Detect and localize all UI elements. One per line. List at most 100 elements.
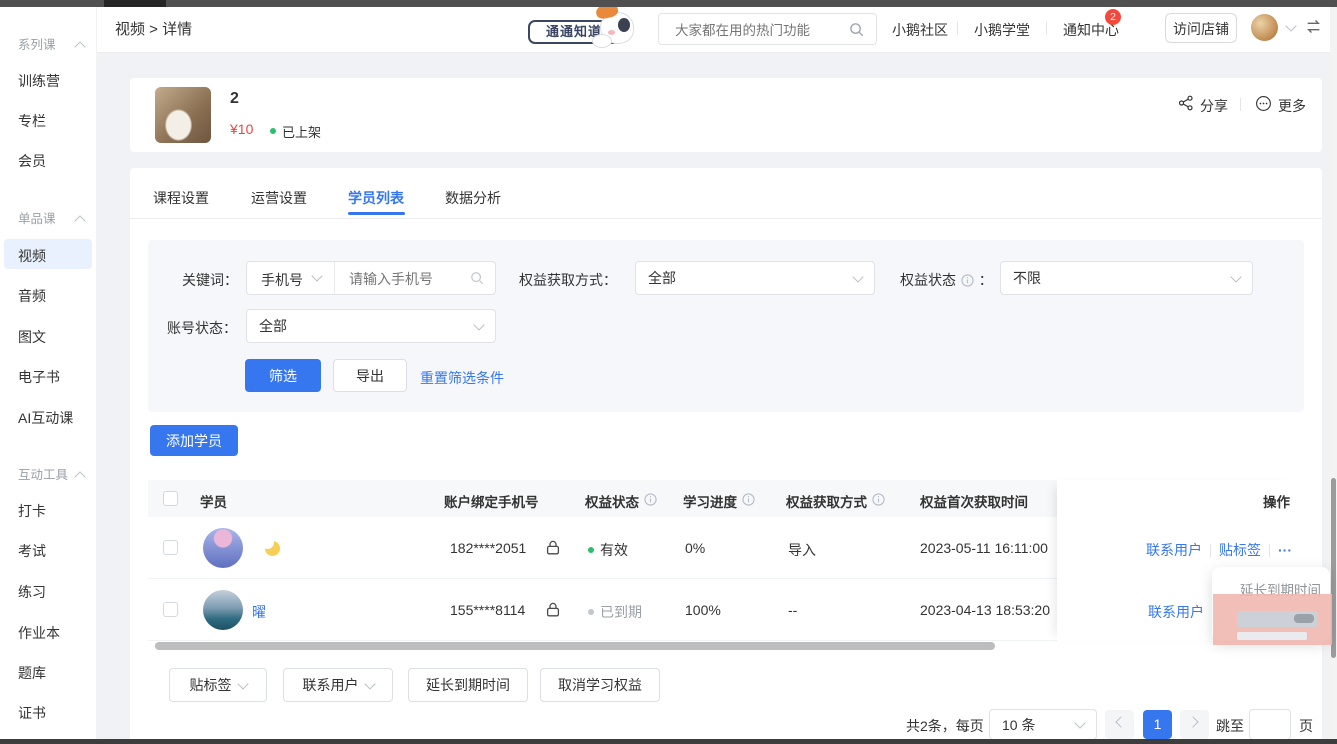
search-icon[interactable] <box>849 22 864 42</box>
col-progress: 学习进度 <box>683 491 755 511</box>
status-dot <box>588 547 594 553</box>
account-status-select[interactable]: 全部 <box>246 309 496 343</box>
tab-student-list[interactable]: 学员列表 <box>348 188 404 208</box>
lock-icon[interactable] <box>546 602 560 622</box>
batch-extend-expiry-button[interactable]: 延长到期时间 <box>408 668 528 702</box>
rights-status-colon: ： <box>979 272 993 288</box>
select-all-checkbox[interactable] <box>163 491 178 506</box>
keyword-label: 关键词： <box>182 270 238 290</box>
batch-contact-button[interactable]: 联系用户 <box>283 668 393 702</box>
global-search-input[interactable] <box>673 18 837 42</box>
jump-to-input[interactable] <box>1249 709 1291 740</box>
filter-button[interactable]: 筛选 <box>245 359 321 392</box>
sidebar-item-image-text[interactable]: 图文 <box>18 327 46 347</box>
tag-link[interactable]: 贴标签 <box>1219 540 1261 560</box>
rights-status-value: 不限 <box>1013 268 1041 288</box>
window-top-strip-fragment <box>104 0 166 7</box>
chevron-down-icon <box>311 270 322 281</box>
chevron-right-icon <box>1187 716 1198 727</box>
tab-operation-settings[interactable]: 运营设置 <box>251 188 307 208</box>
acquire-mode-select[interactable]: 全部 <box>635 261 875 295</box>
export-button[interactable]: 导出 <box>333 359 407 392</box>
batch-cancel-rights-button[interactable]: 取消学习权益 <box>540 668 660 702</box>
student-nickname-link[interactable]: 曜 <box>252 602 266 622</box>
nav-academy[interactable]: 小鹅学堂 <box>974 20 1030 40</box>
row-checkbox[interactable] <box>163 540 178 555</box>
search-icon <box>470 271 484 290</box>
sidebar-item-practice[interactable]: 练习 <box>18 582 46 602</box>
contact-user-link[interactable]: 联系用户 <box>1148 604 1204 620</box>
course-thumbnail[interactable] <box>155 87 211 143</box>
row-phone: 155****8114 <box>450 602 525 618</box>
share-button[interactable]: 分享 <box>1200 96 1228 116</box>
account-status-label: 账号状态： <box>167 318 237 338</box>
sidebar-item-ai-course[interactable]: AI互动课 <box>18 408 73 428</box>
chevron-down-icon <box>364 678 375 689</box>
horizontal-scrollbar-thumb[interactable] <box>155 642 995 650</box>
redacted-menu-item <box>1237 632 1307 640</box>
avatar[interactable] <box>203 528 243 568</box>
tab-data-analysis[interactable]: 数据分析 <box>445 188 501 208</box>
more-circle-icon[interactable] <box>1255 95 1272 117</box>
global-search[interactable] <box>658 13 877 45</box>
divider <box>1240 98 1241 111</box>
next-page-button[interactable] <box>1180 710 1209 739</box>
pagination-summary: 共2条，每页 <box>906 716 984 736</box>
keyword-type-select[interactable]: 手机号 <box>261 270 303 290</box>
course-price: ¥10 <box>230 121 253 137</box>
col-acquire-mode: 权益获取方式 <box>786 491 885 511</box>
chevron-down-icon <box>1074 717 1085 728</box>
row-checkbox[interactable] <box>163 602 178 617</box>
col-phone: 账户绑定手机号 <box>444 491 539 511</box>
current-page-button[interactable]: 1 <box>1143 710 1172 739</box>
chevron-left-icon <box>1115 716 1126 727</box>
tab-course-settings[interactable]: 课程设置 <box>153 188 209 208</box>
prev-page-button[interactable] <box>1105 710 1134 739</box>
rights-status-select[interactable]: 不限 <box>1000 261 1253 295</box>
user-avatar[interactable] <box>1251 14 1278 41</box>
contact-user-link[interactable]: 联系用户 <box>1146 540 1202 560</box>
rights-status-label: 权益状态 ： <box>900 270 993 290</box>
batch-tag-button[interactable]: 贴标签 <box>169 668 267 702</box>
app-window: 视频 > 详情 通通知道 小鹅社区 小鹅学堂 通知中心 2 访问店铺 <box>0 0 1337 744</box>
chevron-down-icon <box>852 271 863 282</box>
sidebar-group-interactive-tools[interactable]: 互动工具 <box>18 464 68 483</box>
sidebar-item-certificate[interactable]: 证书 <box>18 703 46 723</box>
switch-account-icon[interactable] <box>1305 18 1322 40</box>
sidebar-item-training-camp[interactable]: 训练营 <box>18 71 60 91</box>
sidebar-item-membership[interactable]: 会员 <box>18 151 46 171</box>
row-acquire-mode: -- <box>788 602 797 618</box>
sidebar-item-audio[interactable]: 音频 <box>18 286 46 306</box>
info-icon[interactable] <box>872 493 885 509</box>
col-rights-status: 权益状态 <box>585 491 657 511</box>
sidebar-item-ebook[interactable]: 电子书 <box>18 367 60 387</box>
sidebar-group-single-course[interactable]: 单品课 <box>18 208 56 227</box>
nav-community[interactable]: 小鹅社区 <box>892 20 948 40</box>
info-icon[interactable] <box>742 493 755 509</box>
page-size-select[interactable]: 10 条 <box>989 709 1097 740</box>
avatar[interactable] <box>203 590 243 630</box>
share-icon[interactable] <box>1178 95 1194 116</box>
moon-nickname-icon[interactable] <box>265 541 280 556</box>
sidebar-item-homework[interactable]: 作业本 <box>18 623 60 643</box>
sidebar-item-video[interactable]: 视频 <box>18 246 46 266</box>
sidebar-item-exam[interactable]: 考试 <box>18 541 46 561</box>
info-icon[interactable] <box>961 274 974 290</box>
compound-divider <box>334 262 335 294</box>
window-top-strip <box>0 0 1337 7</box>
add-student-button[interactable]: 添加学员 <box>150 425 238 456</box>
info-icon[interactable] <box>644 493 657 509</box>
lock-icon[interactable] <box>546 540 560 560</box>
visit-store-button[interactable]: 访问店铺 <box>1165 13 1237 43</box>
sidebar-item-column[interactable]: 专栏 <box>18 111 46 131</box>
breadcrumb[interactable]: 视频 > 详情 <box>115 18 192 39</box>
sidebar-item-check-in[interactable]: 打卡 <box>18 501 46 521</box>
keyword-input[interactable] <box>347 267 461 291</box>
more-button[interactable]: 更多 <box>1278 96 1306 116</box>
row-first-time: 2023-04-13 18:53:20 <box>920 602 1050 618</box>
more-actions-link[interactable]: ··· <box>1278 542 1292 558</box>
reset-filters-link[interactable]: 重置筛选条件 <box>420 368 504 388</box>
sidebar-item-question-bank[interactable]: 题库 <box>18 663 46 683</box>
sidebar-group-series-course[interactable]: 系列课 <box>18 34 56 53</box>
acquire-mode-value: 全部 <box>648 268 676 288</box>
